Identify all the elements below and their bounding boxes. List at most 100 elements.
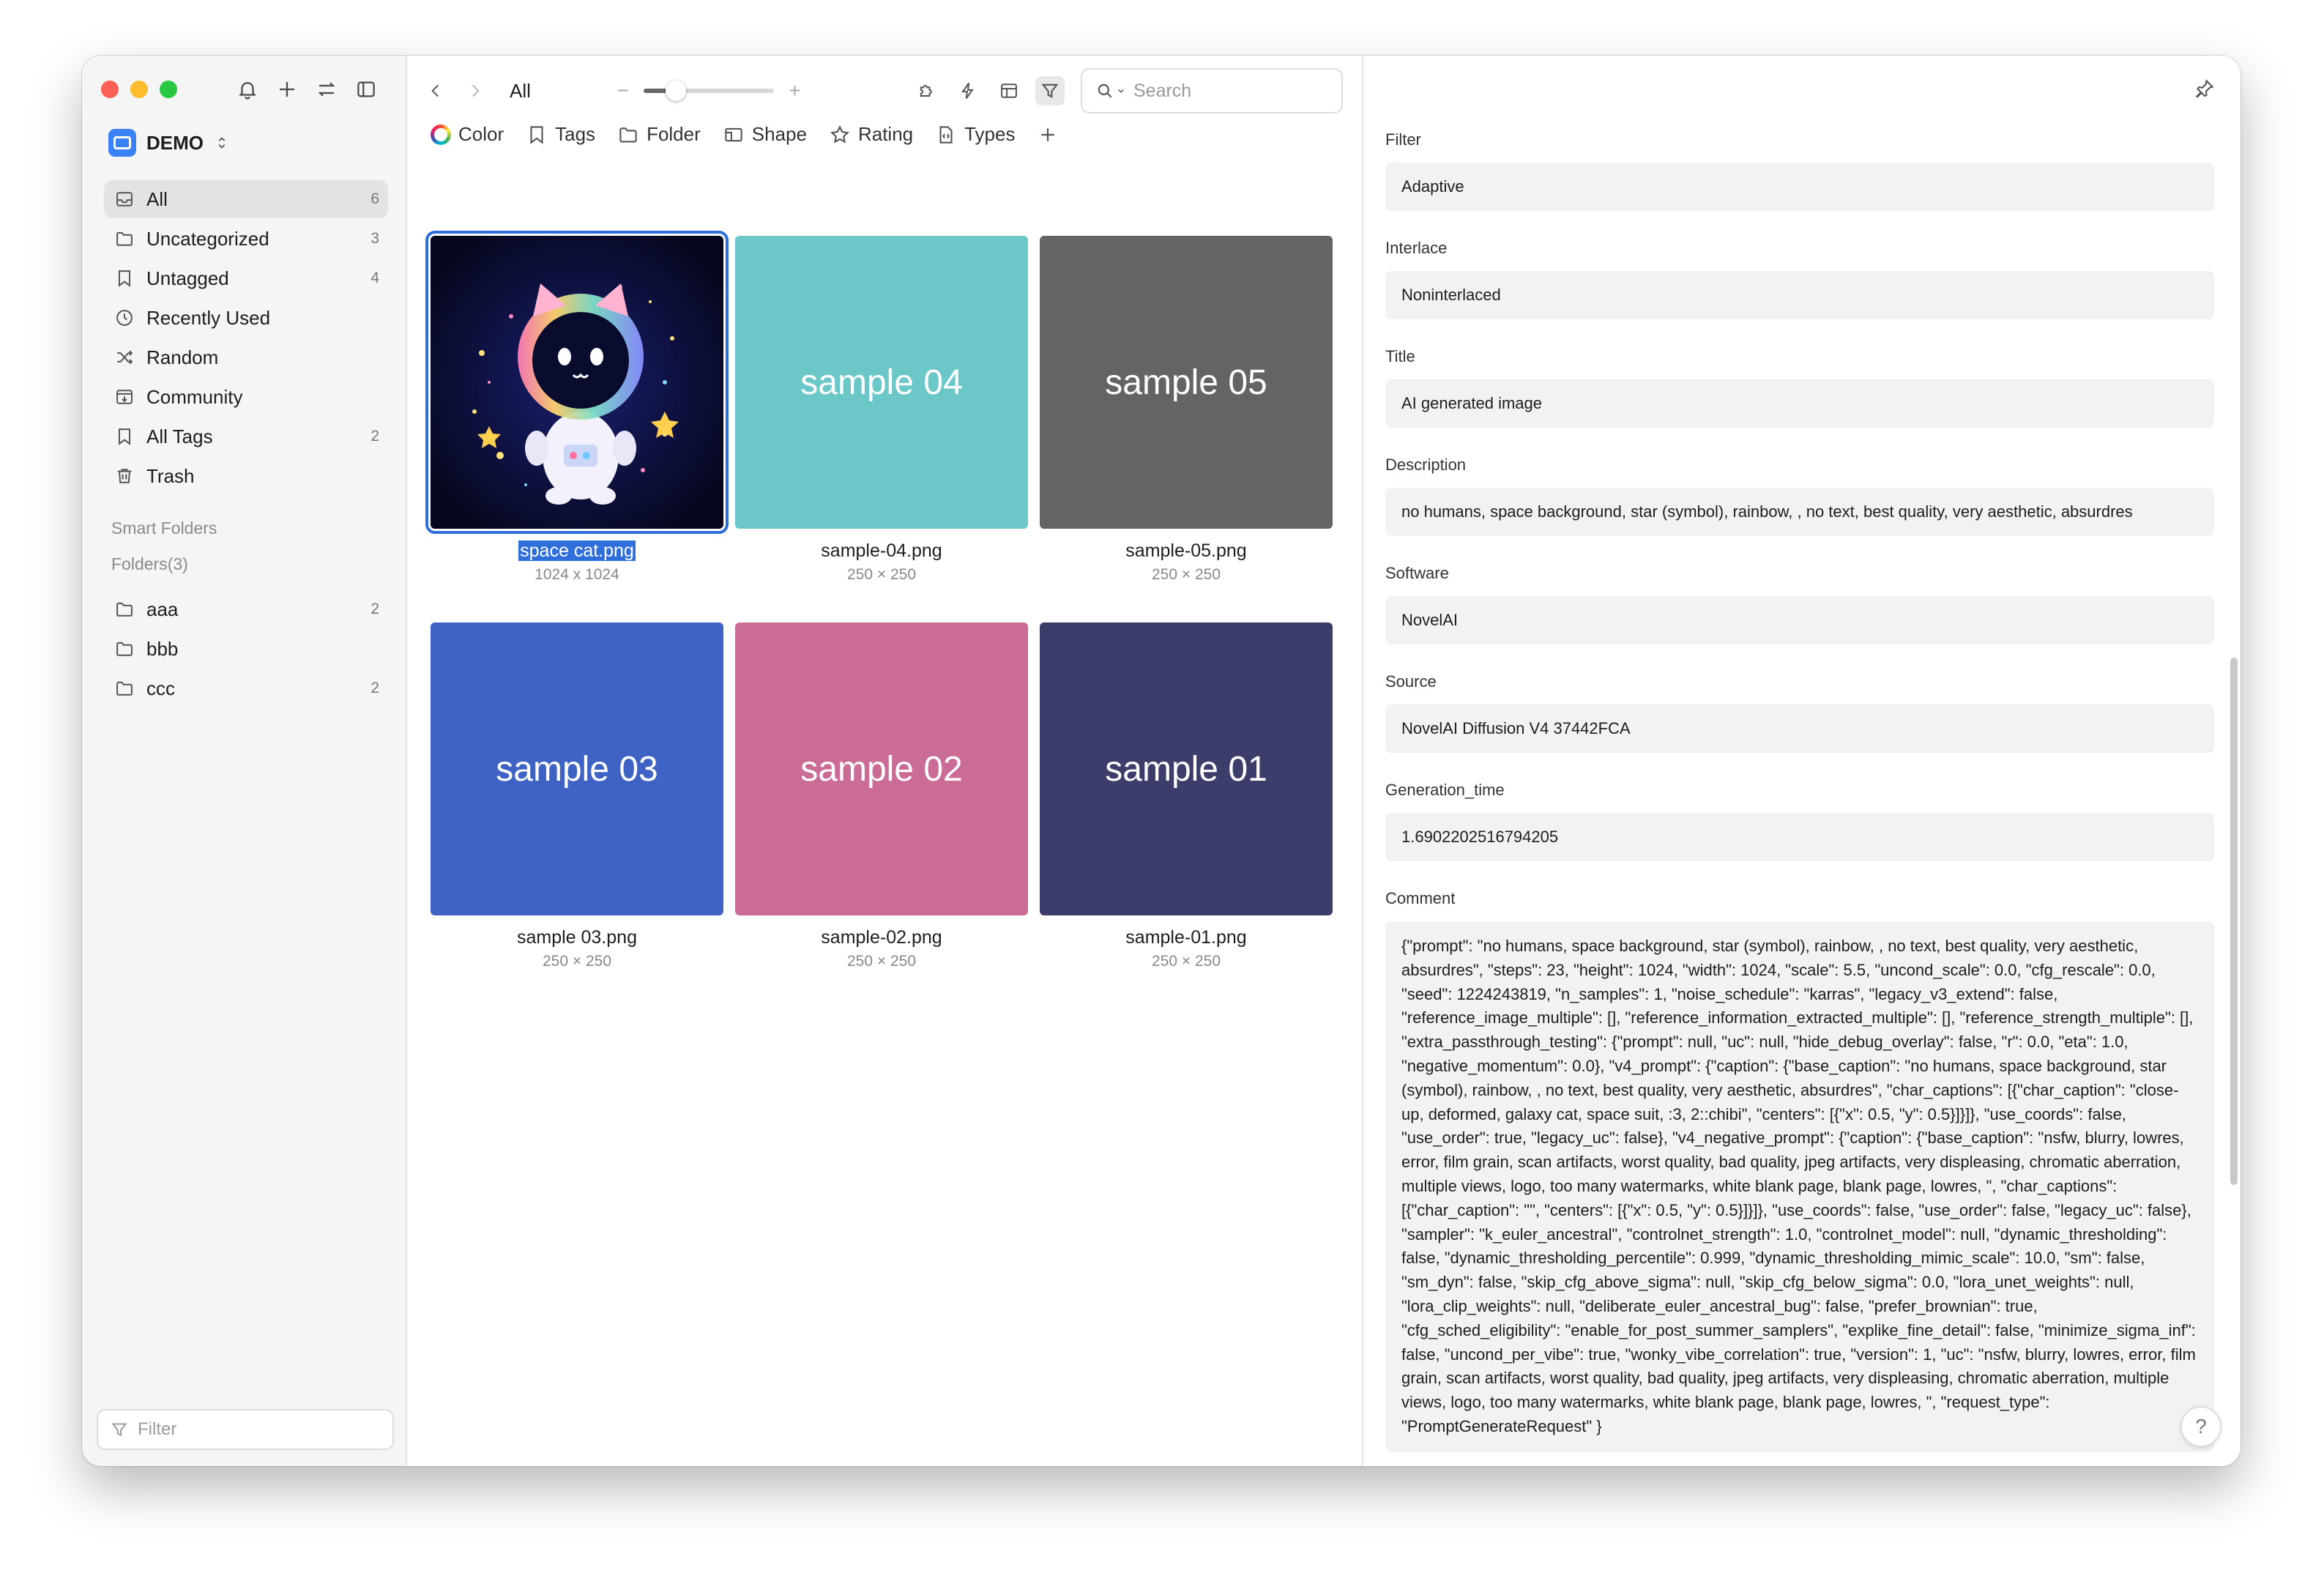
field-label: Title: [1385, 347, 1415, 365]
toolbar-actions: Search: [912, 68, 1343, 114]
sidebar-nav: All 6 Uncategorized 3 Untagged 4 Recentl…: [104, 180, 388, 497]
thumbnail-text: sample 04: [800, 363, 963, 402]
sidebar-item-recently-used[interactable]: Recently Used: [104, 299, 388, 337]
help-button[interactable]: ?: [2180, 1406, 2221, 1447]
close-window-button[interactable]: [101, 81, 119, 98]
asset-thumbnail[interactable]: sample 03: [431, 622, 723, 915]
asset-card[interactable]: space cat.png 1024 x 1024: [425, 231, 729, 584]
asset-filename[interactable]: sample-05.png: [1038, 540, 1334, 562]
sidebar-item-uncategorized[interactable]: Uncategorized 3: [104, 220, 388, 258]
bookmark-icon: [113, 425, 136, 448]
zoom-window-button[interactable]: [160, 81, 177, 98]
field-value[interactable]: Noninterlaced: [1385, 271, 2214, 319]
sidebar-toolbar: [236, 78, 378, 101]
file-type-icon: [939, 125, 953, 144]
asset-card[interactable]: sample 01 sample-01.png 250 × 250: [1038, 622, 1334, 970]
layout-icon[interactable]: [994, 76, 1024, 105]
smart-folders-title[interactable]: Smart Folders: [111, 518, 217, 538]
search-icon: [1098, 83, 1112, 98]
asset-card[interactable]: sample 04 sample-04.png 250 × 250: [734, 236, 1029, 584]
add-filter-button[interactable]: [1037, 124, 1059, 146]
sidebar-item-random[interactable]: Random: [104, 338, 388, 376]
sidebar-item-community[interactable]: Community: [104, 378, 388, 416]
filter-shape[interactable]: Shape: [723, 123, 807, 146]
library-switcher[interactable]: DEMO: [108, 129, 230, 157]
asset-thumbnail[interactable]: sample 04: [735, 236, 1028, 529]
sidebar-item-all-tags[interactable]: All Tags 2: [104, 417, 388, 456]
asset-filename[interactable]: sample-02.png: [734, 927, 1029, 948]
folder-icon: [619, 127, 637, 142]
folder-item-bbb[interactable]: bbb: [104, 630, 388, 668]
sidebar-toggle-icon[interactable]: [354, 78, 378, 101]
asset-filename[interactable]: sample-04.png: [734, 540, 1029, 562]
forward-icon[interactable]: [466, 81, 485, 100]
chevron-down-icon: [1118, 89, 1124, 93]
add-icon[interactable]: [275, 78, 299, 101]
sidebar-item-all[interactable]: All 6: [104, 180, 388, 218]
asset-thumbnail[interactable]: [425, 231, 729, 534]
asset-filename[interactable]: sample-01.png: [1038, 927, 1334, 948]
filter-icon: [111, 1423, 127, 1437]
filter-color[interactable]: Color: [431, 123, 504, 146]
chevron-updown-icon: [218, 137, 226, 149]
puzzle-icon[interactable]: [912, 76, 942, 105]
inspector-scrollbar[interactable]: [2230, 658, 2238, 1185]
thumbnail-text: sample 05: [1105, 363, 1267, 402]
folders-title[interactable]: Folders(3): [111, 554, 188, 574]
asset-card[interactable]: sample 02 sample-02.png 250 × 250: [734, 622, 1029, 970]
filter-types[interactable]: Types: [935, 123, 1015, 146]
filter-folder[interactable]: Folder: [617, 123, 701, 146]
sidebar-item-label: Trash: [146, 464, 195, 487]
sidebar-item-trash[interactable]: Trash: [104, 457, 388, 495]
zoom-slider[interactable]: [644, 81, 775, 101]
asset-filename[interactable]: sample 03.png: [429, 927, 725, 948]
asset-filename-text: space cat.png: [518, 540, 636, 561]
field-value[interactable]: Adaptive: [1385, 163, 2214, 211]
sidebar-item-label: Uncategorized: [146, 227, 269, 250]
app-window: DEMO All 6 Uncategorized 3 Untagged 4 Re…: [82, 56, 2241, 1466]
filter-icon[interactable]: [1035, 76, 1065, 105]
sidebar-item-untagged[interactable]: Untagged 4: [104, 259, 388, 297]
inbox-icon: [113, 187, 136, 211]
search-input[interactable]: Search: [1081, 68, 1343, 114]
asset-card[interactable]: sample 05 sample-05.png 250 × 250: [1038, 236, 1334, 584]
main-content: All − + Search Color Tags Folder Shape R…: [407, 56, 1363, 1466]
filter-tags[interactable]: Tags: [526, 123, 595, 146]
swap-icon[interactable]: [315, 78, 338, 101]
field-value[interactable]: AI generated image: [1385, 379, 2214, 428]
bookmark-icon: [113, 267, 136, 290]
toolbar: All − + Search: [407, 66, 1362, 116]
zoom-out-button[interactable]: −: [617, 79, 629, 103]
back-icon[interactable]: [426, 81, 445, 100]
asset-filename[interactable]: space cat.png: [429, 540, 725, 562]
asset-thumbnail[interactable]: sample 05: [1040, 236, 1333, 529]
field-value[interactable]: no humans, space background, star (symbo…: [1385, 488, 2214, 536]
lightning-icon[interactable]: [953, 76, 983, 105]
asset-card[interactable]: sample 03 sample 03.png 250 × 250: [429, 622, 725, 970]
filter-rating[interactable]: Rating: [829, 123, 913, 146]
sidebar-item-count: 4: [370, 270, 379, 286]
minimize-window-button[interactable]: [130, 81, 148, 98]
folder-item-aaa[interactable]: aaa 2: [104, 590, 388, 628]
field-value[interactable]: NovelAI: [1385, 596, 2214, 644]
folder-count: 2: [370, 601, 379, 617]
field-value[interactable]: NovelAI Diffusion V4 37442FCA: [1385, 705, 2214, 753]
search-placeholder: Search: [1133, 80, 1192, 101]
folder-item-ccc[interactable]: ccc 2: [104, 669, 388, 707]
bell-icon[interactable]: [236, 78, 259, 101]
comment-value[interactable]: {"prompt": "no humans, space background,…: [1385, 921, 2214, 1452]
thumbnail-text: sample 03: [496, 749, 658, 789]
library-name: DEMO: [146, 131, 204, 154]
zoom-knob[interactable]: [666, 81, 687, 101]
asset-thumbnail[interactable]: sample 02: [735, 622, 1028, 915]
pin-icon[interactable]: [2194, 78, 2219, 103]
asset-thumbnail[interactable]: sample 01: [1040, 622, 1333, 915]
filter-label: Types: [964, 123, 1016, 145]
sidebar-item-label: All: [146, 187, 168, 210]
breadcrumb: All: [510, 79, 531, 102]
folder-label: bbb: [146, 637, 179, 660]
metadata-fields: Filter Adaptive Interlace Noninterlaced …: [1385, 130, 2214, 1452]
sidebar-filter-input[interactable]: Filter: [97, 1409, 394, 1450]
zoom-in-button[interactable]: +: [789, 79, 800, 103]
field-value[interactable]: 1.6902202516794205: [1385, 813, 2214, 861]
